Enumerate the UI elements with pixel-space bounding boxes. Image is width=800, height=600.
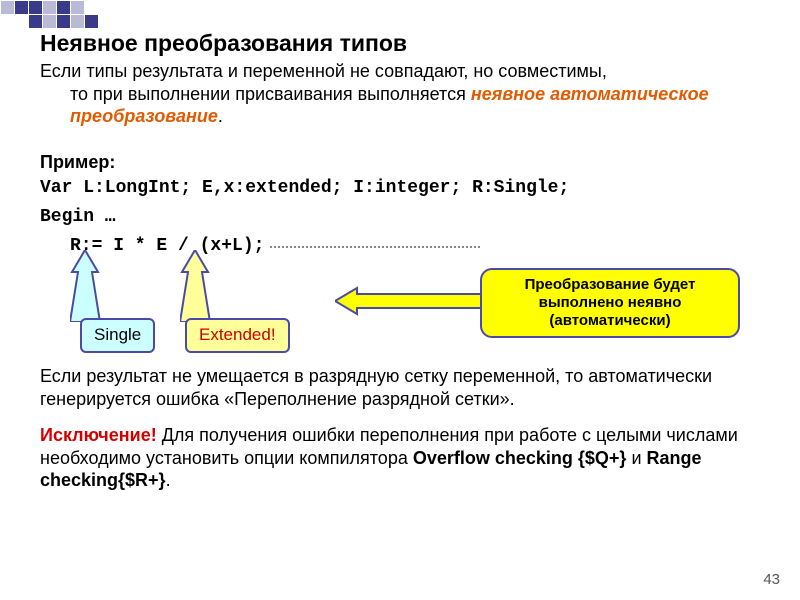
code-var-line: Var L:LongInt; E,x:extended; I:integer; … <box>40 175 792 203</box>
arrow-note <box>335 284 485 318</box>
overflow-paragraph: Если результат не умещается в разрядную … <box>40 365 792 410</box>
example-label: Пример: <box>40 152 792 173</box>
arrow-single <box>70 250 130 322</box>
code-begin-line: Begin … <box>40 204 792 232</box>
slide-number: 43 <box>763 571 780 588</box>
intro-line2: то при выполнении присваивания выполняет… <box>70 84 471 104</box>
diagram-area: R:= I * E / (x+L); Single Extended! Прео… <box>40 236 792 351</box>
note-yellow-box: Преобразование будет выполнено неявно (а… <box>480 268 740 338</box>
dotted-connector <box>270 246 480 248</box>
exception-and: и <box>626 448 646 468</box>
note-line2: выполнено неявно <box>492 294 728 312</box>
callout-extended: Extended! <box>185 318 290 353</box>
decoration-squares <box>0 0 155 28</box>
slide-title: Неявное преобразования типов <box>40 30 792 57</box>
callout-single: Single <box>80 318 155 353</box>
exception-label: Исключение! <box>40 425 157 445</box>
note-line1: Преобразование будет <box>492 276 728 294</box>
note-line3: (автоматически) <box>492 312 728 330</box>
exception-period: . <box>166 470 171 490</box>
intro-paragraph: Если типы результата и переменной не сов… <box>40 60 792 128</box>
option-overflow: Overflow checking {$Q+} <box>413 448 627 468</box>
arrow-extended <box>180 250 240 322</box>
intro-period: . <box>218 106 223 126</box>
slide-content: Неявное преобразования типов Если типы р… <box>40 30 792 492</box>
intro-line1: Если типы результата и переменной не сов… <box>40 60 792 83</box>
exception-paragraph: Исключение! Для получения ошибки перепол… <box>40 424 792 492</box>
